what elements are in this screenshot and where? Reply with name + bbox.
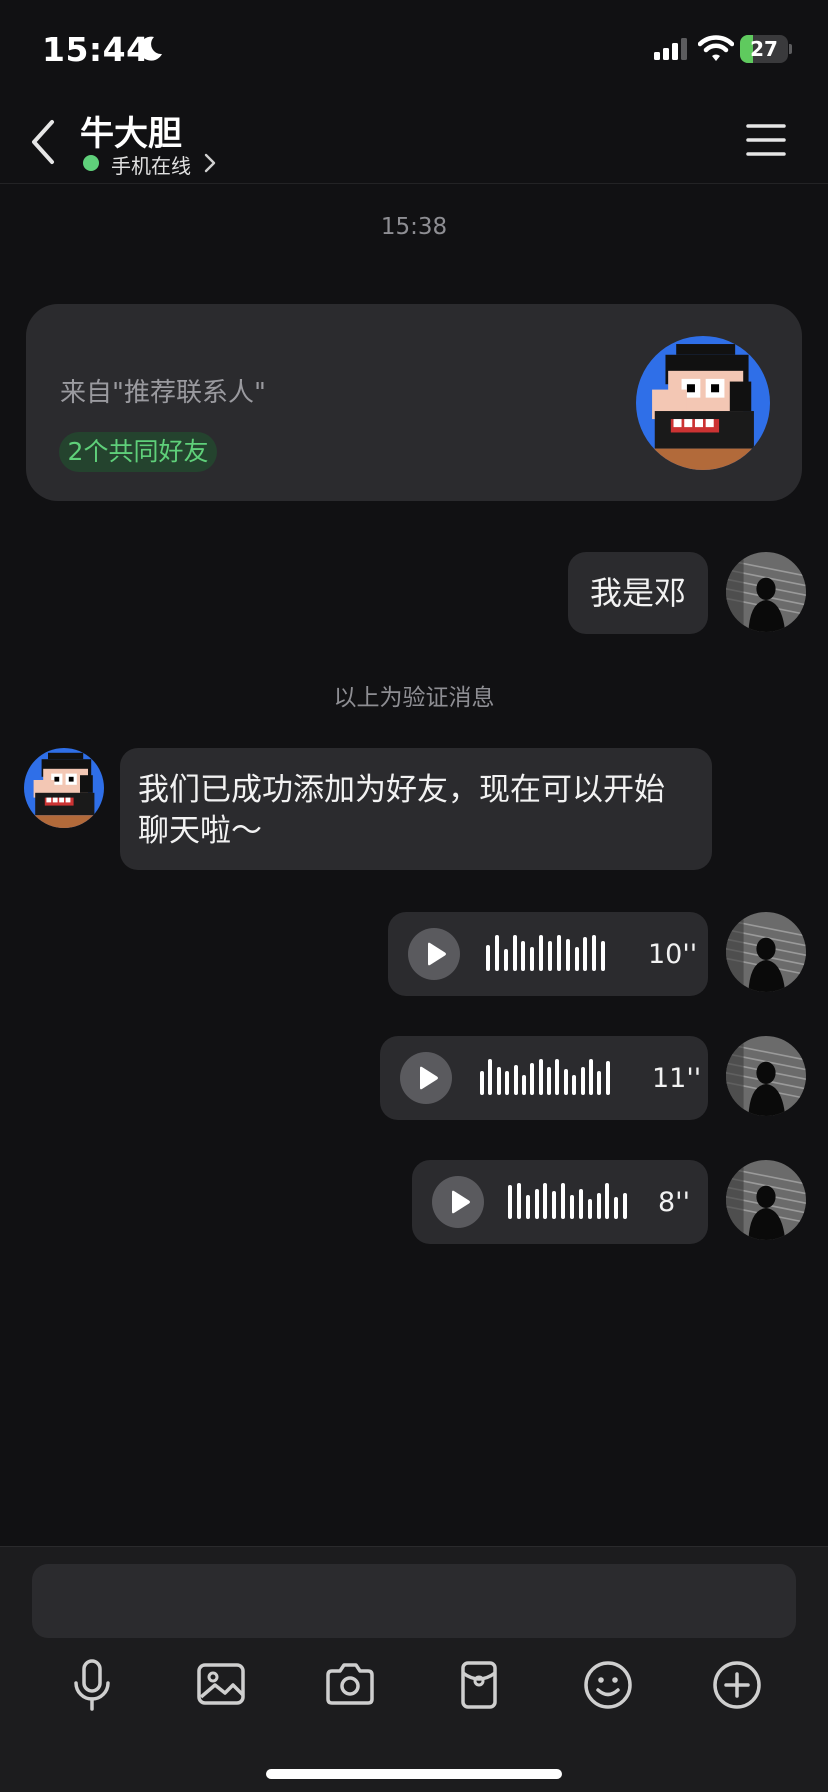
image-icon[interactable] [191, 1655, 251, 1715]
voice-message[interactable]: 8'' [412, 1160, 708, 1244]
wave-bar [530, 947, 535, 971]
plus-icon[interactable] [707, 1655, 767, 1715]
wave-bar [543, 1183, 548, 1219]
camera-icon[interactable] [320, 1655, 380, 1715]
battery-icon: 27 [740, 35, 792, 63]
wave-bar [516, 1183, 521, 1219]
wave-bar [565, 939, 570, 971]
wave-bar [561, 1183, 566, 1219]
wave-bar [539, 935, 544, 971]
wave-bar [588, 1059, 593, 1095]
wave-bar [512, 935, 517, 971]
input-area [0, 1546, 828, 1792]
red-packet-icon[interactable] [449, 1655, 509, 1715]
wave-bar [494, 935, 499, 971]
voice-duration: 11'' [652, 1063, 702, 1094]
wave-bar [503, 949, 508, 971]
play-icon[interactable] [432, 1176, 484, 1228]
wave-bar [552, 1191, 557, 1219]
status-time: 15:44 [42, 30, 150, 69]
microphone-icon[interactable] [62, 1655, 122, 1715]
friend-recommendation-card[interactable]: 来自"推荐联系人" 2个共同好友 [26, 304, 802, 501]
moon-icon [139, 36, 162, 61]
voice-waveform [486, 934, 610, 974]
wave-bar [513, 1065, 518, 1095]
chat-header: 牛大胆 手机在线 [0, 100, 828, 184]
wave-bar [486, 945, 490, 971]
wave-bar [508, 1185, 512, 1219]
wave-bar [592, 935, 597, 971]
wave-bar [578, 1189, 583, 1219]
my-avatar[interactable] [726, 552, 806, 632]
wave-bar [530, 1063, 535, 1095]
status-bar: 15:44 27 [0, 0, 828, 100]
home-indicator[interactable] [266, 1769, 562, 1779]
my-avatar[interactable] [726, 912, 806, 992]
wave-bar [525, 1195, 530, 1219]
wave-bar [505, 1071, 510, 1095]
card-source-text: 来自"推荐联系人" [60, 378, 266, 408]
wave-bar [488, 1059, 493, 1095]
wave-bar [583, 937, 588, 971]
wave-bar [538, 1059, 543, 1095]
online-indicator [83, 155, 99, 171]
battery-level: 27 [750, 37, 778, 61]
my-avatar[interactable] [726, 1036, 806, 1116]
wave-bar [570, 1195, 574, 1219]
my-avatar[interactable] [726, 1160, 806, 1240]
wave-bar [572, 1075, 577, 1095]
wave-bar [580, 1067, 585, 1095]
signal-icon [654, 38, 687, 60]
wave-bar [587, 1199, 592, 1219]
online-status[interactable]: 手机在线 [111, 150, 191, 179]
wave-bar [534, 1189, 539, 1219]
wave-bar [521, 1075, 526, 1095]
contact-avatar[interactable] [636, 336, 770, 470]
emoji-icon[interactable] [578, 1655, 638, 1715]
play-icon[interactable] [408, 928, 460, 980]
voice-duration: 10'' [648, 939, 698, 970]
contact-name[interactable]: 牛大胆 [80, 106, 182, 155]
wave-bar [547, 1067, 551, 1095]
wave-bar [614, 1197, 619, 1219]
outgoing-message-bubble[interactable]: 我是邓 [568, 552, 708, 634]
wave-bar [596, 1193, 601, 1219]
back-button[interactable] [20, 114, 70, 170]
voice-message[interactable]: 11'' [380, 1036, 708, 1120]
incoming-message-bubble[interactable]: 我们已成功添加为好友，现在可以开始聊天啦～ [120, 748, 712, 870]
play-icon[interactable] [400, 1052, 452, 1104]
wave-bar [496, 1067, 501, 1095]
wave-bar [574, 947, 579, 971]
wave-bar [623, 1193, 628, 1219]
wave-bar [555, 1059, 560, 1095]
menu-icon[interactable] [744, 118, 788, 162]
chevron-right-icon[interactable] [203, 152, 217, 174]
wave-bar [556, 935, 561, 971]
message-timestamp: 15:38 [380, 214, 448, 240]
wave-bar [521, 941, 526, 971]
verify-note: 以上为验证消息 [333, 685, 495, 711]
voice-waveform [508, 1182, 632, 1222]
mutual-friends-badge[interactable]: 2个共同好友 [59, 432, 217, 472]
voice-waveform [480, 1058, 614, 1098]
contact-avatar-small[interactable] [24, 748, 104, 828]
voice-duration: 8'' [658, 1187, 691, 1218]
wave-bar [605, 1183, 610, 1219]
wave-bar [480, 1071, 484, 1095]
wifi-icon [698, 35, 734, 61]
wave-bar [605, 1061, 610, 1095]
wave-bar [563, 1069, 568, 1095]
wave-bar [601, 941, 606, 971]
wave-bar [597, 1071, 602, 1095]
wave-bar [548, 941, 552, 971]
voice-message[interactable]: 10'' [388, 912, 708, 996]
message-input[interactable] [32, 1564, 796, 1638]
